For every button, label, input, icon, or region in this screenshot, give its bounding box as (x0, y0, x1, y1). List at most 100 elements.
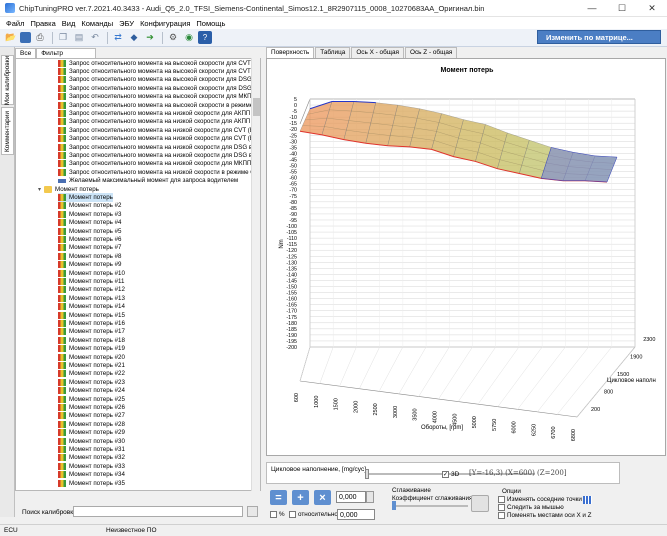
tree-item[interactable]: Запрос относительного момента на низкой … (58, 118, 260, 126)
tree-item[interactable]: Момент потерь #12 (58, 286, 125, 294)
smoothing-track[interactable] (392, 505, 468, 507)
tree-item[interactable]: Момент потерь #31 (58, 445, 125, 454)
tree-item[interactable]: Момент потерь #25 (58, 395, 125, 403)
tree-item[interactable]: Момент потерь #19 (58, 345, 125, 353)
relative-input[interactable]: 0,000 (337, 509, 375, 520)
tree-item[interactable]: Момент потерь #33 (58, 462, 125, 470)
tree-item[interactable]: Запрос относительного момента на низкой … (58, 135, 260, 143)
tree-item[interactable]: Момент потерь #9 (58, 261, 121, 269)
option-adjacent-checkbox[interactable] (498, 496, 505, 503)
set-value-button[interactable]: = (270, 490, 287, 505)
calibration-tree[interactable]: Запрос относительного момента на высокой… (15, 58, 261, 491)
tree-item[interactable]: Момент потерь #6 (58, 235, 121, 244)
tree-item[interactable]: Момент потерь #15 (58, 311, 125, 319)
menu-view[interactable]: Вид (59, 19, 79, 28)
tree-item[interactable]: Момент потерь #26 (58, 403, 125, 412)
tab-axis-x[interactable]: Ось X - общая (351, 47, 405, 58)
copy-icon[interactable]: ❐ (56, 31, 70, 44)
tree-item[interactable]: Момент потерь #30 (58, 437, 125, 445)
search-button[interactable] (247, 506, 258, 517)
tab-surface[interactable]: Поверхность (266, 47, 315, 58)
tree-item[interactable]: Момент потерь #16 (58, 319, 125, 328)
tree-item[interactable]: Запрос относительного момента на низкой … (58, 151, 260, 160)
tree-item[interactable]: Момент потерь #32 (58, 454, 125, 462)
tree-item[interactable]: Момент потерь #10 (58, 269, 125, 277)
tree-item[interactable]: Момент потерь #3 (58, 210, 121, 218)
tree-item[interactable]: Желаемый максимальный момент для запроса… (58, 177, 238, 185)
open-icon[interactable]: 📂 (4, 31, 18, 44)
tree-item[interactable]: Запрос относительного момента на высокой… (58, 101, 260, 109)
tree-item[interactable]: Запрос относительного момента на высокой… (58, 67, 260, 76)
tree-item[interactable]: Момент потерь #14 (58, 303, 125, 311)
smoothing-apply-button[interactable] (471, 495, 489, 512)
close-button[interactable]: ✕ (637, 0, 667, 17)
tree-item[interactable]: Запрос относительного момента на высокой… (58, 76, 260, 84)
tree-item[interactable]: ▾ Момент потерь (38, 185, 99, 193)
tree-item[interactable]: Запрос относительного момента на низкой … (58, 109, 260, 118)
tree-item[interactable]: Момент потерь #8 (58, 252, 121, 260)
smoothing-knob[interactable] (392, 501, 396, 510)
tree-item[interactable]: Момент потерь #7 (58, 244, 121, 252)
menu-file[interactable]: Файл (3, 19, 27, 28)
tree-item[interactable]: Запрос относительного момента на низкой … (58, 126, 260, 134)
tree-item[interactable]: Момент потерь #20 (58, 353, 125, 361)
menu-ecu[interactable]: ЭБУ (116, 19, 137, 28)
print-icon[interactable]: ⎙ (33, 31, 47, 44)
tree-item[interactable]: Запрос относительного момента на высокой… (58, 59, 260, 67)
menu-edit[interactable]: Правка (27, 19, 58, 28)
maximize-button[interactable]: ☐ (607, 0, 637, 17)
value-input[interactable]: 0,000 (336, 491, 366, 503)
tree-item[interactable]: Момент потерь #17 (58, 328, 125, 336)
percent-checkbox[interactable] (270, 511, 277, 518)
tree-item[interactable]: Момент потерь #22 (58, 370, 125, 378)
tab-my-calibrations[interactable]: Мои калибровки (1, 55, 14, 105)
tree-item[interactable]: Момент потерь #18 (58, 336, 125, 344)
tree-item[interactable]: Момент потерь #27 (58, 412, 125, 420)
tab-comments[interactable]: Комментарии (1, 107, 14, 155)
tree-item[interactable]: Запрос относительного момента на высокой… (58, 84, 260, 92)
paste-icon[interactable]: ▤ (72, 31, 86, 44)
tree-item[interactable]: Момент потерь #34 (58, 471, 125, 479)
arrow-icon[interactable]: ➔ (143, 31, 157, 44)
tree-item[interactable]: Момент потерь #2 (58, 202, 121, 210)
diamond-icon[interactable]: ◆ (127, 31, 141, 44)
tree-item[interactable]: Момент потерь #13 (58, 294, 125, 302)
option-swap-axes-checkbox[interactable] (498, 512, 505, 519)
matrix-edit-dropdown[interactable]: Изменить по матрице... (537, 30, 661, 44)
tree-item[interactable]: Запрос относительного момента на низкой … (58, 168, 260, 176)
multiply-value-button[interactable]: × (314, 490, 331, 505)
tree-item[interactable]: Момент потерь (58, 193, 113, 202)
tab-table[interactable]: Таблица (315, 47, 351, 58)
tree-item[interactable]: Запрос относительного момента на низкой … (58, 160, 251, 168)
tree-item[interactable]: Запрос относительного момента на низкой … (58, 143, 260, 151)
menu-commands[interactable]: Команды (78, 19, 116, 28)
menu-config[interactable]: Конфигурация (137, 19, 193, 28)
add-value-button[interactable]: + (292, 490, 309, 505)
settings-icon[interactable]: ◉ (182, 31, 196, 44)
tree-item[interactable]: Момент потерь #4 (58, 219, 121, 227)
tab-axis-z[interactable]: Ось Z - общая (405, 47, 458, 58)
checkbox-3d[interactable]: ✓ (442, 471, 449, 478)
tree-item[interactable]: Момент потерь #5 (58, 227, 121, 235)
undo-icon[interactable]: ↶ (88, 31, 102, 44)
option-follow-mouse-checkbox[interactable] (498, 504, 505, 511)
scrollbar-thumb[interactable] (253, 98, 260, 116)
surface-chart[interactable]: 600 1000 1500 2000 2500 3000 3500 4000 4500 5000 5… (267, 59, 665, 455)
menu-help[interactable]: Помощь (193, 19, 228, 28)
tree-item[interactable]: Момент потерь #11 (58, 277, 124, 286)
tab-filter[interactable]: Фильтр (36, 48, 97, 58)
tree-item[interactable]: Момент потерь #28 (58, 420, 125, 428)
grid-icon[interactable] (583, 496, 592, 504)
tree-item[interactable]: Момент потерь #29 (58, 429, 125, 437)
tree-item[interactable]: Момент потерь #24 (58, 387, 125, 395)
slider-knob[interactable] (365, 469, 369, 479)
tree-item[interactable]: Момент потерь #35 (58, 479, 125, 487)
minimize-button[interactable]: — (577, 0, 607, 17)
tree-scrollbar[interactable] (251, 58, 260, 491)
compare-icon[interactable]: ⇄ (111, 31, 125, 44)
tree-item[interactable]: Момент потерь #21 (58, 361, 125, 370)
surface-chart-panel[interactable]: Момент потерь 600 1000 1500 2000 2500 3000 350… (266, 58, 666, 456)
tree-item[interactable]: Запрос относительного момента на высокой… (58, 93, 256, 101)
search-input[interactable] (73, 506, 243, 517)
save-icon[interactable] (20, 32, 31, 43)
